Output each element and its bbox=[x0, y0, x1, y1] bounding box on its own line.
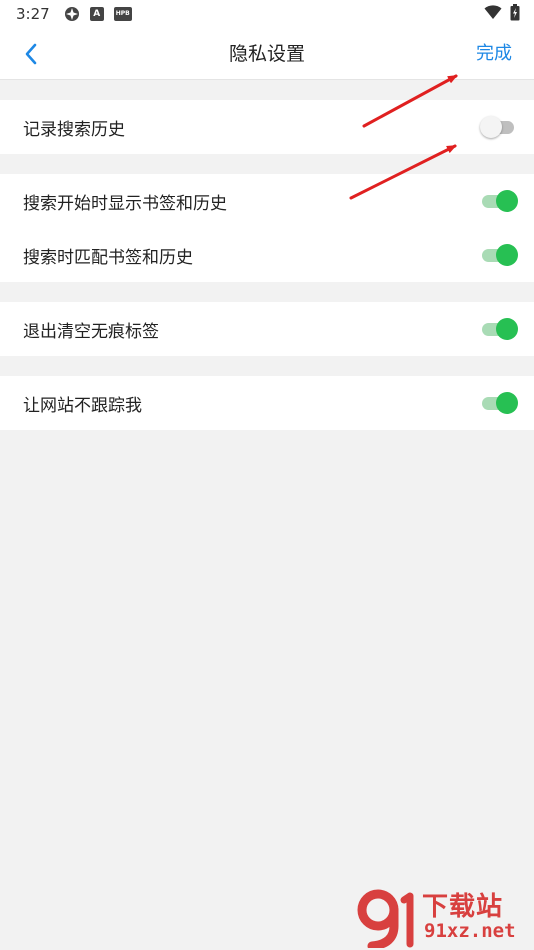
watermark-top-text: 下载站 bbox=[422, 892, 504, 922]
a-app-label: A bbox=[89, 7, 104, 21]
setting-row-match-bookmarks[interactable]: 搜索时匹配书签和历史 bbox=[0, 228, 534, 282]
settings-group-tracking: 让网站不跟踪我 bbox=[0, 376, 534, 430]
setting-row-record-search-history[interactable]: 记录搜索历史 bbox=[0, 100, 534, 154]
setting-row-show-bookmarks-on-start[interactable]: 搜索开始时显示书签和历史 bbox=[0, 174, 534, 228]
toggle-knob bbox=[480, 116, 502, 138]
flower-app-icon bbox=[64, 6, 80, 22]
settings-group-search: 搜索开始时显示书签和历史 搜索时匹配书签和历史 bbox=[0, 174, 534, 282]
toggle-knob bbox=[496, 392, 518, 414]
setting-label: 搜索开始时显示书签和历史 bbox=[23, 193, 227, 214]
setting-row-do-not-track[interactable]: 让网站不跟踪我 bbox=[0, 376, 534, 430]
battery-charging-icon bbox=[510, 3, 520, 25]
match-bookmarks-toggle[interactable] bbox=[480, 243, 520, 267]
settings-group-history: 记录搜索历史 bbox=[0, 100, 534, 154]
settings-group-incognito: 退出清空无痕标签 bbox=[0, 302, 534, 356]
show-bookmarks-on-start-toggle[interactable] bbox=[480, 189, 520, 213]
hpb-app-icon: HPB bbox=[113, 6, 132, 22]
setting-label: 让网站不跟踪我 bbox=[23, 395, 142, 416]
app-header: 隐私设置 完成 bbox=[0, 28, 534, 80]
watermark-bottom-text: 91xz.net bbox=[424, 920, 516, 942]
done-button[interactable]: 完成 bbox=[476, 28, 512, 80]
toggle-knob bbox=[496, 318, 518, 340]
back-button[interactable] bbox=[14, 38, 48, 70]
watermark: 下载站 91xz.net bbox=[354, 886, 530, 948]
status-time: 3:27 bbox=[16, 5, 50, 23]
record-search-history-toggle[interactable] bbox=[480, 115, 520, 139]
setting-label: 退出清空无痕标签 bbox=[23, 321, 159, 342]
toggle-knob bbox=[496, 244, 518, 266]
clear-incognito-on-exit-toggle[interactable] bbox=[480, 317, 520, 341]
do-not-track-toggle[interactable] bbox=[480, 391, 520, 415]
setting-label: 记录搜索历史 bbox=[23, 119, 125, 140]
toggle-knob bbox=[496, 190, 518, 212]
hpb-app-label: HPB bbox=[113, 7, 132, 21]
chevron-left-icon bbox=[25, 43, 37, 65]
a-app-icon: A bbox=[89, 6, 104, 22]
setting-label: 搜索时匹配书签和历史 bbox=[23, 247, 193, 268]
status-right bbox=[484, 3, 520, 25]
status-bar: 3:27 A HPB bbox=[0, 0, 534, 28]
wifi-icon bbox=[484, 4, 502, 24]
page-title: 隐私设置 bbox=[228, 43, 305, 65]
watermark-logo-icon bbox=[357, 889, 414, 948]
setting-row-clear-incognito-on-exit[interactable]: 退出清空无痕标签 bbox=[0, 302, 534, 356]
